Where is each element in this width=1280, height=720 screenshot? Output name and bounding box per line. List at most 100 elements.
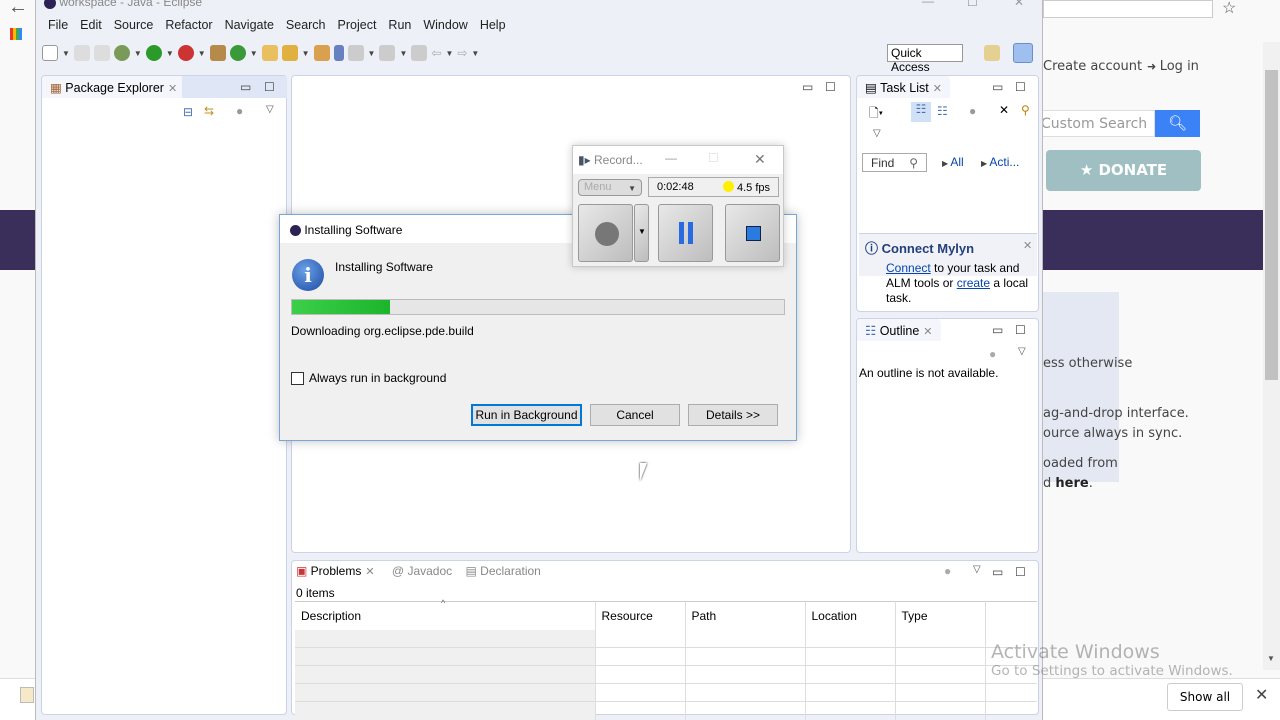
tab-problems[interactable]: ▣ Problems ✕ xyxy=(296,564,375,578)
scrollbar-thumb[interactable] xyxy=(1265,70,1278,380)
collapse-icon[interactable]: ✕ xyxy=(999,103,1009,117)
forward-icon[interactable]: ⇨ xyxy=(457,46,467,60)
tab-package-explorer[interactable]: ▦ Package Explorer ✕ xyxy=(42,76,186,98)
view-menu-icon[interactable]: ▽ xyxy=(1018,346,1026,357)
menu-window[interactable]: Window xyxy=(417,18,473,32)
create-link[interactable]: create xyxy=(957,276,990,290)
create-account-link[interactable]: Create account xyxy=(1043,59,1142,74)
download-item-icon[interactable] xyxy=(20,687,34,703)
minimize-icon[interactable]: ▭ xyxy=(992,323,1003,337)
close-icon[interactable]: ✕ xyxy=(933,83,942,95)
tab-javadoc[interactable]: @ Javadoc xyxy=(392,564,452,578)
column-path[interactable]: Path xyxy=(684,601,805,630)
dropdown-icon[interactable]: ▼ xyxy=(134,49,142,58)
previous-annotation-icon[interactable] xyxy=(379,45,396,61)
maximize-icon[interactable]: ☐ xyxy=(825,80,836,94)
open-task-icon[interactable] xyxy=(313,45,330,61)
activate-link[interactable]: ▶ Acti... xyxy=(981,155,1019,169)
maximize-window-button[interactable]: ☐ xyxy=(967,0,978,9)
minimize-icon[interactable]: ▭ xyxy=(992,80,1003,94)
scheduled-icon[interactable]: ☷ xyxy=(937,104,948,118)
stop-button[interactable] xyxy=(725,204,780,262)
dropdown-icon[interactable]: ▼ xyxy=(471,49,479,58)
mark-occurrences-icon[interactable] xyxy=(333,45,344,61)
focus-icon[interactable]: ● xyxy=(236,104,243,118)
java-perspective-icon[interactable] xyxy=(1013,43,1033,63)
focus-icon[interactable]: ● xyxy=(969,104,976,118)
recorder-menu-dropdown[interactable]: Menu ▼ xyxy=(578,179,642,196)
close-window-button[interactable]: ✕ xyxy=(1014,0,1024,9)
details-button[interactable]: Details >> xyxy=(688,404,778,426)
log-in-link[interactable]: ➜ Log in xyxy=(1147,59,1199,74)
minimize-button[interactable]: — xyxy=(665,151,677,165)
always-background-checkbox[interactable]: Always run in background xyxy=(291,371,446,385)
find-input[interactable]: Find ⚲ xyxy=(862,153,927,172)
close-icon[interactable]: ✕ xyxy=(923,326,932,338)
record-button[interactable] xyxy=(578,204,633,262)
new-icon[interactable] xyxy=(42,45,58,61)
maximize-icon[interactable]: ☐ xyxy=(264,80,275,94)
minimize-icon[interactable]: ▭ xyxy=(992,565,1003,579)
menu-navigate[interactable]: Navigate xyxy=(219,18,280,32)
back-icon[interactable]: ⇦ xyxy=(431,46,441,60)
connect-link[interactable]: Connect xyxy=(886,261,931,275)
dropdown-icon[interactable]: ▼ xyxy=(198,49,206,58)
menu-run[interactable]: Run xyxy=(382,18,417,32)
dropdown-icon[interactable]: ▼ xyxy=(368,49,376,58)
new-task-icon[interactable]: 🗋▾ xyxy=(869,104,883,125)
maximize-icon[interactable]: ☐ xyxy=(1015,323,1026,337)
browser-back-icon[interactable]: ← xyxy=(8,0,28,19)
tab-outline[interactable]: ☷ Outline ✕ xyxy=(857,319,941,341)
donate-button[interactable]: ★ DONATE xyxy=(1046,150,1201,191)
show-all-button[interactable]: Show all xyxy=(1167,683,1243,711)
link-editor-icon[interactable]: ⇆ xyxy=(204,104,214,118)
dropdown-icon[interactable]: ▼ xyxy=(445,49,453,58)
column-location[interactable]: Location xyxy=(804,601,895,630)
maximize-button[interactable]: ☐ xyxy=(708,151,719,165)
here-link[interactable]: here xyxy=(1055,476,1088,491)
close-button[interactable]: ✕ xyxy=(754,151,766,168)
dropdown-icon[interactable]: ▼ xyxy=(399,49,407,58)
search-input[interactable]: Custom Search xyxy=(1040,110,1155,137)
menu-edit[interactable]: Edit xyxy=(74,18,108,32)
last-edit-icon[interactable] xyxy=(411,45,428,61)
menu-file[interactable]: File xyxy=(42,18,74,32)
menu-refactor[interactable]: Refactor xyxy=(159,18,218,32)
cancel-button[interactable]: Cancel xyxy=(590,404,680,426)
view-menu-icon[interactable]: ▽ xyxy=(266,104,274,115)
menu-help[interactable]: Help xyxy=(474,18,512,32)
menu-source[interactable]: Source xyxy=(108,18,160,32)
close-icon[interactable]: ✕ xyxy=(365,566,374,578)
column-resource[interactable]: Resource xyxy=(594,601,685,630)
column-type[interactable]: Type xyxy=(894,601,985,630)
view-menu-icon[interactable]: ▽ xyxy=(973,564,981,575)
run-icon[interactable] xyxy=(145,45,162,61)
close-icon[interactable]: ✕ xyxy=(168,83,177,95)
collapse-all-icon[interactable]: ⊟ xyxy=(183,105,193,119)
column-description[interactable]: Description ^ xyxy=(295,598,595,630)
save-all-icon[interactable] xyxy=(93,45,110,61)
run-in-background-button[interactable]: Run in Background xyxy=(471,404,582,426)
view-menu-icon[interactable]: ▽ xyxy=(873,128,881,139)
minimize-icon[interactable]: ▭ xyxy=(802,80,813,94)
scroll-down-icon[interactable]: ▼ xyxy=(1267,654,1275,663)
run-external-icon[interactable] xyxy=(177,45,194,61)
tab-declaration[interactable]: ▤ Declaration xyxy=(465,564,540,578)
focus-icon[interactable]: ● xyxy=(989,347,996,361)
debug-icon[interactable] xyxy=(113,45,130,61)
open-perspective-icon[interactable] xyxy=(984,45,1000,61)
next-annotation-icon[interactable] xyxy=(347,45,364,61)
page-scrollbar[interactable]: ▼ xyxy=(1263,42,1280,670)
dropdown-icon[interactable]: ▼ xyxy=(166,49,174,58)
tab-task-list[interactable]: ▤ Task List ✕ xyxy=(857,76,950,98)
categorized-icon[interactable]: ☷ xyxy=(911,102,931,122)
save-icon[interactable] xyxy=(73,45,90,61)
focus-icon[interactable]: ● xyxy=(944,564,951,578)
new-class-icon[interactable] xyxy=(229,45,246,61)
dropdown-icon[interactable]: ▼ xyxy=(302,49,310,58)
close-download-bar-icon[interactable]: ✕ xyxy=(1255,685,1268,705)
quick-access-input[interactable]: Quick Access xyxy=(887,44,963,74)
checkbox[interactable] xyxy=(291,371,304,385)
synchronize-icon[interactable]: ⚲ xyxy=(1021,103,1030,117)
maximize-icon[interactable]: ☐ xyxy=(1015,80,1026,94)
